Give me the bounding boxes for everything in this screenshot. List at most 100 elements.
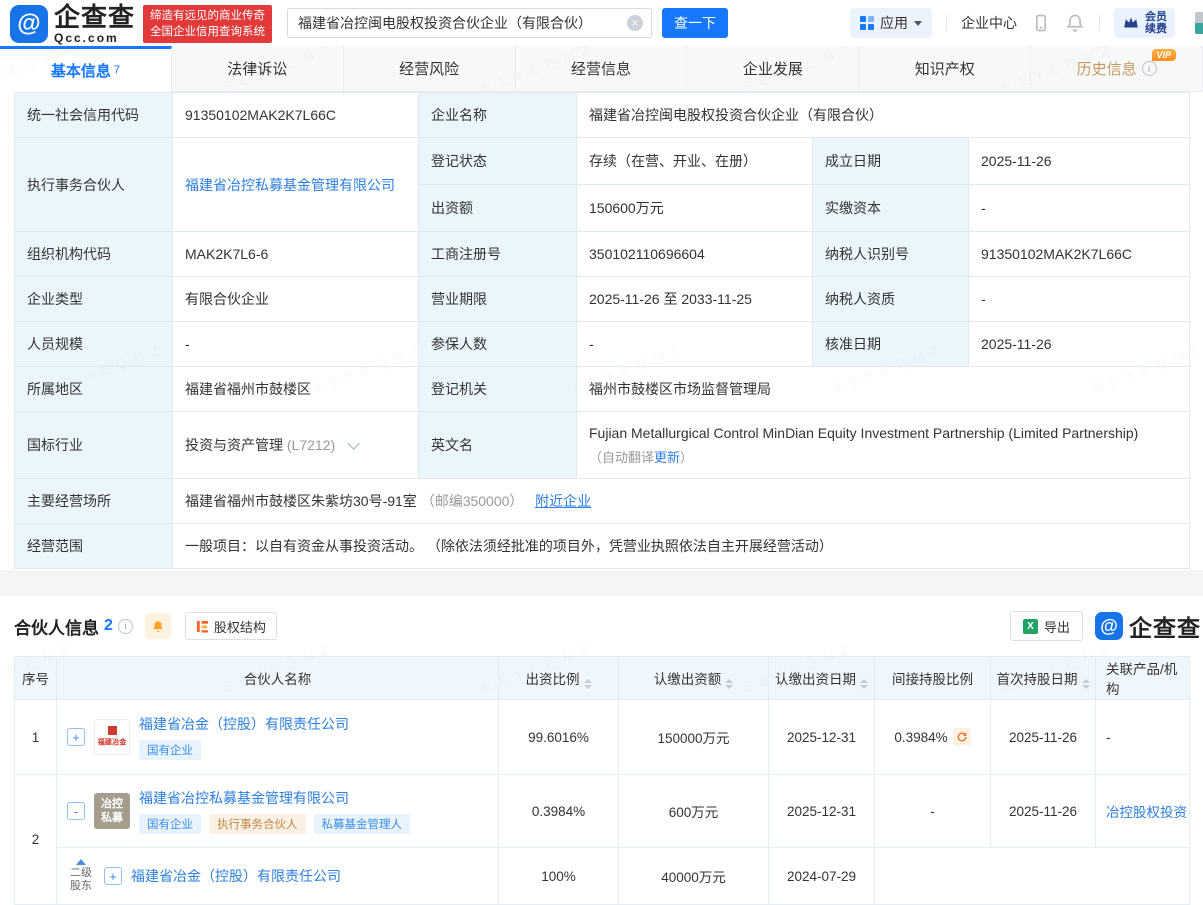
expand-button[interactable]: +: [67, 728, 85, 746]
second-level-shareholder-marker: 二级 股东: [67, 859, 95, 893]
tag-state-owned: 国有企业: [139, 814, 201, 834]
paid-capital-label: 实缴资本: [813, 185, 969, 232]
equity-penetration-icon[interactable]: [953, 728, 971, 746]
vip-badge: VIP: [1152, 49, 1177, 61]
notification-bell-icon[interactable]: [1065, 13, 1085, 33]
divider: [1099, 15, 1100, 31]
collapse-button[interactable]: -: [67, 802, 85, 820]
qcc-logo[interactable]: @ 企查查 Qcc.com 缔造有远见的商业传奇 全国企业信用查询系统: [10, 4, 272, 44]
partner-row-1: 1 + 福建冶金 福建省冶金（控股）有限责任公司 国有企业 99.6016% 1…: [15, 700, 1190, 775]
paid-capital-value: -: [969, 185, 1190, 232]
scope-label: 经营范围: [15, 524, 173, 569]
company-type-label: 企业类型: [15, 277, 173, 322]
sort-icon[interactable]: [860, 679, 868, 689]
col-index: 序号: [15, 657, 57, 700]
ratio-value: 99.6016%: [499, 700, 619, 775]
mobile-app-icon[interactable]: [1031, 13, 1051, 33]
related-product-link[interactable]: 冶控股权投资: [1106, 805, 1187, 820]
related-value: -: [1096, 700, 1190, 775]
industry-value: 投资与资产管理 (L7212): [173, 412, 419, 479]
expand-button[interactable]: +: [104, 867, 122, 885]
indirect-value: -: [875, 775, 991, 848]
tab-basic-info[interactable]: 基本信息7: [0, 46, 172, 92]
amount-value: 40000万元: [619, 848, 769, 905]
col-indirect: 间接持股比例: [875, 657, 991, 700]
apps-menu[interactable]: 应用: [850, 8, 932, 38]
date-value: 2025-12-31: [769, 775, 875, 848]
vip-label-1: 会员: [1145, 11, 1167, 23]
partner-row-2: 2 - 冶控私募 福建省冶控私募基金管理有限公司 国有企业 执行事务合伙人 私募…: [15, 775, 1190, 848]
reg-authority-value: 福州市鼓楼区市场监督管理局: [577, 367, 1190, 412]
managing-partner-value: 福建省冶控私募基金管理有限公司: [173, 138, 419, 232]
taxpayer-id-label: 纳税人识别号: [813, 232, 969, 277]
english-name-label: 英文名: [419, 412, 577, 479]
reg-no-value: 350102110696604: [577, 232, 813, 277]
equity-structure-button[interactable]: 股权结构: [185, 612, 277, 640]
sort-icon[interactable]: [1082, 679, 1090, 689]
sort-icon[interactable]: [725, 679, 733, 689]
english-name-text: Fujian Metallurgical Control MinDian Equ…: [589, 425, 1177, 441]
credit-code-value: 91350102MAK2K7L66C: [173, 93, 419, 138]
tab-legal[interactable]: 法律诉讼: [172, 46, 344, 92]
slogan-banner: 缔造有远见的商业传奇 全国企业信用查询系统: [143, 5, 272, 43]
apps-label: 应用: [880, 13, 908, 33]
col-ratio[interactable]: 出资比例: [499, 657, 619, 700]
brand-domain: Qcc.com: [54, 32, 135, 44]
region-value: 福建省福州市鼓楼区: [173, 367, 419, 412]
info-icon[interactable]: i: [118, 619, 133, 634]
clear-search-icon[interactable]: ×: [627, 15, 643, 31]
header-nav: 应用 企业中心 会员 续费: [850, 0, 1175, 46]
basic-info-section: 统一社会信用代码 91350102MAK2K7L66C 企业名称 福建省冶控闽电…: [0, 92, 1203, 570]
vip-renew-button[interactable]: 会员 续费: [1114, 8, 1175, 38]
establish-date-value: 2025-11-26: [969, 138, 1190, 185]
monitor-bell-button[interactable]: [145, 613, 171, 639]
industry-label: 国标行业: [15, 412, 173, 479]
partners-section: 合伙人信息 2 i 股权结构 X 导出 @ 企查查: [0, 596, 1203, 905]
insured-count-label: 参保人数: [419, 322, 577, 367]
capital-value: 150600万元: [577, 185, 813, 232]
tab-development[interactable]: 企业发展: [687, 46, 859, 92]
staff-size-value: -: [173, 322, 419, 367]
top-bar: @ 企查查 Qcc.com 缔造有远见的商业传奇 全国企业信用查询系统 × 查一…: [0, 0, 1203, 46]
search-box: ×: [287, 8, 652, 38]
reg-status-label: 登记状态: [419, 138, 577, 185]
sort-icon[interactable]: [584, 679, 592, 689]
col-date[interactable]: 认缴出资日期: [769, 657, 875, 700]
search-input[interactable]: [288, 15, 627, 31]
tab-operation-info[interactable]: 经营信息: [516, 46, 688, 92]
partner-name-link[interactable]: 福建省冶控私募基金管理有限公司: [139, 790, 349, 806]
ratio-value: 0.3984%: [499, 775, 619, 848]
page: EEYEQMZEEYEQMZEEYEQMZEEYEQMZEEYEQMZEEYEQ…: [0, 0, 1203, 905]
col-amount[interactable]: 认缴出资额: [619, 657, 769, 700]
org-code-value: MAK2K7L6-6: [173, 232, 419, 277]
brand-name: 企查查: [54, 4, 135, 30]
nearby-companies-link[interactable]: 附近企业: [535, 493, 591, 509]
shareholder-name-link[interactable]: 福建省冶金（控股）有限责任公司: [131, 868, 341, 884]
tab-ip[interactable]: 知识产权: [859, 46, 1031, 92]
enterprise-center-link[interactable]: 企业中心: [961, 13, 1017, 33]
date-value: 2025-12-31: [769, 700, 875, 775]
col-first-date[interactable]: 首次持股日期: [991, 657, 1096, 700]
amount-value: 150000万元: [619, 700, 769, 775]
tab-operation-risk[interactable]: 经营风险: [344, 46, 516, 92]
managing-partner-link[interactable]: 福建省冶控私募基金管理有限公司: [185, 177, 395, 193]
row-index: 1: [15, 700, 57, 775]
chevron-down-icon[interactable]: [347, 437, 360, 450]
address-value: 福建省福州市鼓楼区朱紫坊30号-91室 （邮编350000） 附近企业: [173, 479, 1190, 524]
edge-widget[interactable]: [1195, 12, 1203, 34]
insured-count-value: -: [577, 322, 813, 367]
tab-bar: 基本信息7 法律诉讼 经营风险 经营信息 企业发展 知识产权 VIP 历史信息 …: [0, 46, 1203, 92]
collapse-triangle-icon[interactable]: [76, 859, 86, 865]
translate-update-link[interactable]: 更新: [654, 450, 680, 465]
tab-count: 7: [114, 64, 120, 76]
export-button[interactable]: X 导出: [1010, 611, 1083, 641]
reg-status-value: 存续（在营、开业、在册）: [577, 138, 813, 185]
ratio-value: 100%: [499, 848, 619, 905]
row-index: 2: [15, 775, 57, 905]
excel-icon: X: [1023, 619, 1038, 634]
tab-history[interactable]: VIP 历史信息 i: [1031, 46, 1203, 92]
partner-name-link[interactable]: 福建省冶金（控股）有限责任公司: [139, 716, 349, 732]
equity-chart-icon: [196, 620, 209, 633]
partners-table-header-row: 序号 合伙人名称 出资比例 认缴出资额 认缴出资日期 间接持股比例 首次持股日期…: [15, 657, 1190, 700]
search-button[interactable]: 查一下: [662, 8, 728, 38]
